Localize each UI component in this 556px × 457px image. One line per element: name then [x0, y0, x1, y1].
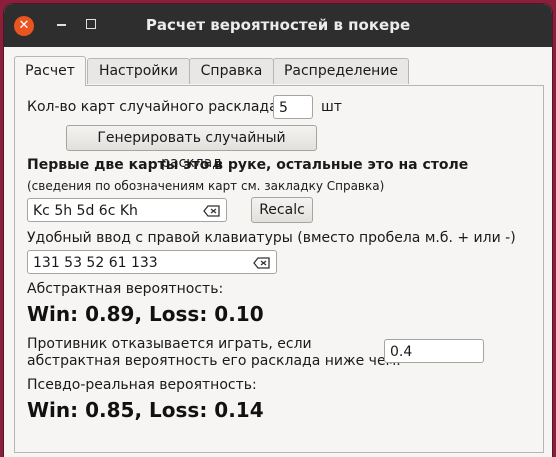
- cards-hint-bold: Первые две карты это в руке, остальные э…: [27, 157, 469, 173]
- cards-input-value: Kc 5h 5d 6c Kh: [33, 203, 138, 219]
- app-window: ✕ Расчет вероятностей в покере Расчет На…: [4, 4, 552, 457]
- recalc-button[interactable]: Recalc: [251, 197, 313, 223]
- opponent-label-line2: абстрактная вероятность его расклада ниж…: [27, 353, 401, 369]
- random-count-input[interactable]: 5: [273, 95, 313, 119]
- titlebar[interactable]: ✕ Расчет вероятностей в покере: [4, 4, 552, 47]
- tab-settings[interactable]: Настройки: [87, 58, 190, 84]
- tab-distribution[interactable]: Распределение: [273, 58, 409, 84]
- clear-text-icon[interactable]: [203, 205, 221, 217]
- cards-hint-small: (сведения по обозначениям карт см. закла…: [27, 179, 385, 193]
- opponent-threshold-input[interactable]: 0.4: [384, 339, 484, 363]
- numpad-input[interactable]: 131 53 52 61 133: [27, 250, 277, 274]
- abstract-prob-label: Абстрактная вероятность:: [27, 281, 224, 297]
- generate-random-button[interactable]: Генерировать случайный расклад: [66, 125, 317, 171]
- numpad-label: Удобный ввод с правой клавиатуры (вместо…: [27, 230, 516, 246]
- tab-help[interactable]: Справка: [189, 58, 274, 84]
- pseudo-prob-result: Win: 0.85, Loss: 0.14: [27, 398, 264, 422]
- calc-panel: Кол-во карт случайного расклада: 5 шт Ге…: [14, 85, 544, 453]
- numpad-input-value: 131 53 52 61 133: [33, 255, 158, 271]
- window-title: Расчет вероятностей в покере: [145, 16, 411, 34]
- pseudo-prob-label: Псевдо-реальная вероятность:: [27, 377, 257, 393]
- tab-calc[interactable]: Расчет: [14, 56, 86, 86]
- opponent-label-line1: Противник отказывается играть, если: [27, 336, 312, 352]
- clear-text-icon[interactable]: [253, 257, 271, 269]
- random-count-unit: шт: [321, 99, 342, 115]
- abstract-prob-result: Win: 0.89, Loss: 0.10: [27, 302, 264, 326]
- random-count-label: Кол-во карт случайного расклада:: [27, 99, 283, 115]
- cards-input[interactable]: Kc 5h 5d 6c Kh: [27, 198, 227, 222]
